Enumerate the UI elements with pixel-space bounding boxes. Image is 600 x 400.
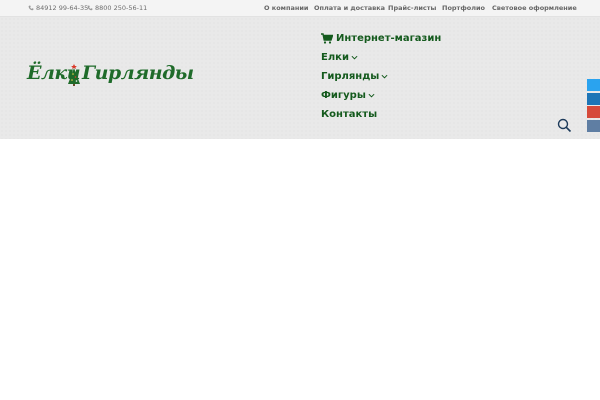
phone-contact-2[interactable]: 8800 250-56-11 — [87, 4, 147, 12]
twitter-icon[interactable] — [587, 79, 600, 91]
phone-icon — [28, 5, 34, 11]
google-plus-icon[interactable] — [587, 106, 600, 118]
nav-contacts[interactable]: Контакты — [321, 105, 441, 124]
search-icon[interactable] — [557, 118, 572, 133]
nav-garlands-label: Гирлянды — [321, 71, 380, 82]
site-logo[interactable]: Ёлки Гирлянды — [27, 62, 194, 94]
vk-icon[interactable] — [587, 119, 600, 132]
phone-number-2: 8800 250-56-11 — [95, 4, 148, 12]
topmenu-portfolio[interactable]: Портфолио — [442, 4, 485, 12]
chevron-down-icon — [381, 74, 388, 79]
nav-trees[interactable]: Елки — [321, 48, 441, 67]
nav-online-shop-label: Интернет-магазин — [336, 33, 442, 44]
nav-figures[interactable]: Фигуры — [321, 86, 441, 105]
topmenu-payment-delivery[interactable]: Оплата и доставка — [314, 4, 385, 12]
main-navigation: Интернет-магазин Елки Гирлянды Фигуры Ко… — [321, 29, 441, 124]
topmenu-price-lists[interactable]: Прайс-листы — [388, 4, 436, 12]
social-share-bar — [587, 79, 600, 133]
nav-contacts-label: Контакты — [321, 109, 378, 120]
phone-icon — [87, 5, 93, 11]
shopping-cart-icon — [321, 33, 333, 44]
nav-online-shop[interactable]: Интернет-магазин — [321, 29, 441, 48]
top-bar: 84912 99-64-35 8800 250-56-11 О компании… — [0, 0, 600, 17]
linkedin-icon[interactable] — [587, 92, 600, 105]
topmenu-light-decoration[interactable]: Световое оформление — [492, 4, 577, 12]
nav-trees-label: Елки — [321, 52, 349, 63]
site-header: Ёлки Гирлянды Интернет-магазин Елки Гирл… — [0, 17, 600, 139]
nav-figures-label: Фигуры — [321, 90, 366, 101]
nav-garlands[interactable]: Гирлянды — [321, 67, 441, 86]
chevron-down-icon — [351, 55, 358, 60]
phone-contact-1[interactable]: 84912 99-64-35 — [28, 4, 88, 12]
phone-number-1: 84912 99-64-35 — [36, 4, 89, 12]
chevron-down-icon — [368, 93, 375, 98]
christmas-tree-icon — [68, 64, 80, 86]
logo-text-part2: Гирлянды — [82, 62, 194, 84]
topmenu-about[interactable]: О компании — [264, 4, 308, 12]
page-content — [0, 139, 600, 400]
